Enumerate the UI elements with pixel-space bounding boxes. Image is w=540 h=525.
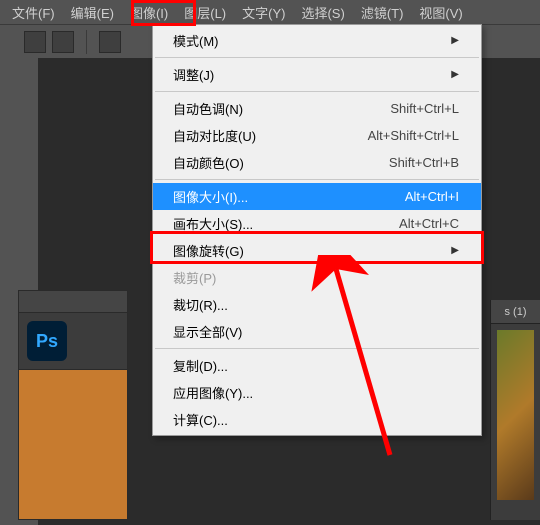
panel-body bbox=[19, 369, 127, 519]
menu-view[interactable]: 视图(V) bbox=[411, 1, 470, 24]
menubar: 文件(F) 编辑(E) 图像(I) 图层(L) 文字(Y) 选择(S) 滤镜(T… bbox=[0, 0, 540, 24]
submenu-arrow-icon: ▶ bbox=[451, 35, 459, 46]
tool-swatch[interactable] bbox=[99, 31, 121, 53]
menu-select[interactable]: 选择(S) bbox=[293, 1, 352, 24]
menu-separator bbox=[155, 348, 479, 349]
menu-item-shortcut: Alt+Shift+Ctrl+L bbox=[368, 128, 459, 143]
right-panel: s (1) bbox=[490, 300, 540, 520]
menu-edit[interactable]: 编辑(E) bbox=[63, 1, 122, 24]
ps-logo-icon: Ps bbox=[27, 321, 67, 361]
menu-item[interactable]: 模式(M) ▶ bbox=[153, 27, 481, 54]
submenu-arrow-icon: ▶ bbox=[451, 245, 459, 256]
thumbnail-image bbox=[497, 330, 534, 500]
tool-swatch[interactable] bbox=[52, 31, 74, 53]
menu-item[interactable]: 应用图像(Y)... bbox=[153, 379, 481, 406]
menu-item-shortcut: Shift+Ctrl+L bbox=[390, 101, 459, 116]
image-menu-dropdown: 模式(M) ▶ 调整(J) ▶ 自动色调(N) Shift+Ctrl+L 自动对比度(U) A… bbox=[152, 24, 482, 436]
menu-item-label: 自动对比度(U) bbox=[173, 126, 256, 145]
menu-text[interactable]: 文字(Y) bbox=[234, 1, 293, 24]
document-panel: Ps bbox=[18, 290, 128, 520]
menu-item-label: 显示全部(V) bbox=[173, 322, 242, 341]
menu-item[interactable]: 显示全部(V) bbox=[153, 318, 481, 345]
menu-item-label: 复制(D)... bbox=[173, 356, 228, 375]
menu-separator bbox=[155, 179, 479, 180]
menu-item-label: 图像大小(I)... bbox=[173, 187, 248, 206]
toolbar-separator bbox=[86, 30, 87, 54]
menu-item-shortcut: Shift+Ctrl+B bbox=[389, 155, 459, 170]
menu-separator bbox=[155, 57, 479, 58]
menu-item-shortcut: Alt+Ctrl+C bbox=[399, 216, 459, 231]
menu-item[interactable]: 复制(D)... bbox=[153, 352, 481, 379]
menu-separator bbox=[155, 91, 479, 92]
panel-header[interactable] bbox=[19, 291, 127, 313]
menu-item-shortcut: Alt+Ctrl+I bbox=[405, 189, 459, 204]
menu-item-label: 应用图像(Y)... bbox=[173, 383, 253, 402]
menu-item-label: 裁剪(P) bbox=[173, 268, 216, 287]
menu-layer[interactable]: 图层(L) bbox=[176, 1, 234, 24]
menu-item-label: 裁切(R)... bbox=[173, 295, 228, 314]
menu-item[interactable]: 计算(C)... bbox=[153, 406, 481, 433]
menu-image[interactable]: 图像(I) bbox=[122, 1, 176, 24]
menu-item[interactable]: 自动对比度(U) Alt+Shift+Ctrl+L bbox=[153, 122, 481, 149]
right-panel-tab[interactable]: s (1) bbox=[491, 300, 540, 324]
menu-item-label: 图像旋转(G) bbox=[173, 241, 244, 260]
submenu-arrow-icon: ▶ bbox=[451, 69, 459, 80]
menu-item-label: 自动颜色(O) bbox=[173, 153, 244, 172]
menu-item[interactable]: 图像旋转(G) ▶ bbox=[153, 237, 481, 264]
menu-item-label: 计算(C)... bbox=[173, 410, 228, 429]
menu-item-label: 自动色调(N) bbox=[173, 99, 243, 118]
menu-item[interactable]: 调整(J) ▶ bbox=[153, 61, 481, 88]
menu-item[interactable]: 自动色调(N) Shift+Ctrl+L bbox=[153, 95, 481, 122]
menu-item-label: 模式(M) bbox=[173, 31, 219, 50]
menu-item: 裁剪(P) bbox=[153, 264, 481, 291]
menu-item-label: 调整(J) bbox=[173, 65, 214, 84]
menu-item[interactable]: 图像大小(I)... Alt+Ctrl+I bbox=[153, 183, 481, 210]
tool-swatch[interactable] bbox=[24, 31, 46, 53]
menu-item[interactable]: 画布大小(S)... Alt+Ctrl+C bbox=[153, 210, 481, 237]
menu-item-label: 画布大小(S)... bbox=[173, 214, 253, 233]
menu-file[interactable]: 文件(F) bbox=[4, 1, 63, 24]
menu-item[interactable]: 自动颜色(O) Shift+Ctrl+B bbox=[153, 149, 481, 176]
menu-filter[interactable]: 滤镜(T) bbox=[353, 1, 412, 24]
menu-item[interactable]: 裁切(R)... bbox=[153, 291, 481, 318]
